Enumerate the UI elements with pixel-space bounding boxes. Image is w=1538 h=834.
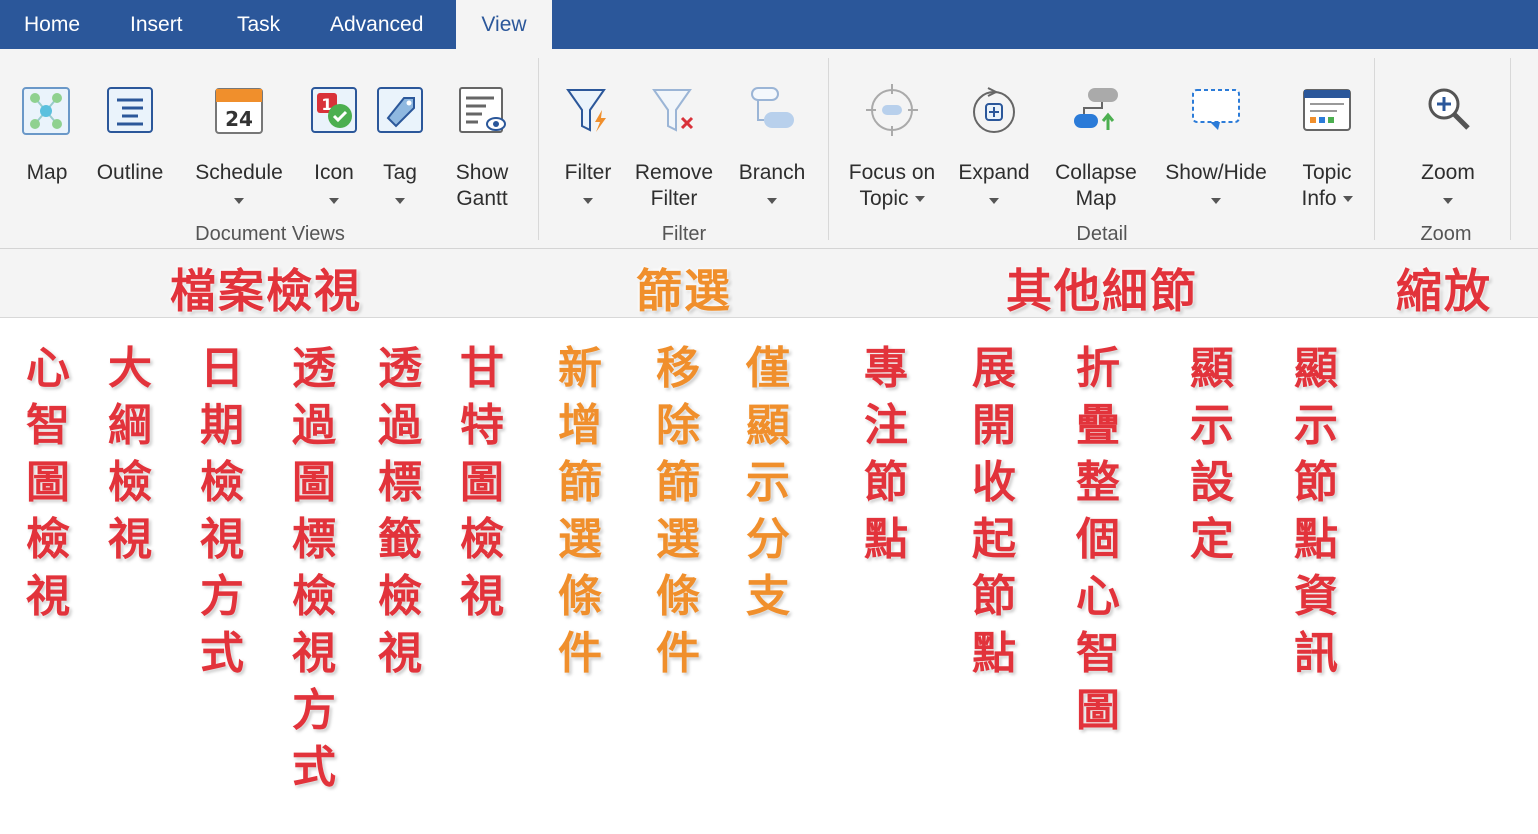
- outline-icon: [104, 84, 156, 136]
- collapse-map-icon: [1070, 84, 1122, 136]
- chevron-down-icon: [583, 198, 593, 204]
- tab-advanced[interactable]: Advanced: [330, 0, 423, 49]
- annotation-group-document-views: 檔案檢視: [170, 264, 362, 318]
- collapse-map-label: Collapse Map: [1055, 161, 1137, 210]
- show-gantt-button[interactable]: Show Gantt: [442, 56, 522, 216]
- gantt-icon: [456, 84, 508, 136]
- group-label-document-views: Document Views: [195, 223, 345, 245]
- topic-info-button[interactable]: Topic Info: [1290, 56, 1364, 216]
- show-hide-button[interactable]: Show/Hide: [1156, 56, 1276, 216]
- chevron-down-icon: [1211, 198, 1221, 204]
- topic-info-label: Topic Info: [1301, 161, 1353, 210]
- branch-button[interactable]: Branch: [732, 56, 812, 216]
- zoom-button[interactable]: Zoom: [1408, 56, 1488, 216]
- outline-label: Outline: [96, 161, 164, 184]
- map-label: Map: [26, 161, 68, 184]
- chevron-down-icon: [989, 198, 999, 204]
- collapse-map-button[interactable]: Collapse Map: [1048, 56, 1144, 216]
- annotation-topic-info: 顯示節點資訊: [1294, 343, 1338, 679]
- group-separator: [538, 58, 539, 240]
- group-label-zoom: Zoom: [1420, 223, 1472, 245]
- show-hide-label: Show/Hide: [1165, 161, 1267, 184]
- annotation-icon: 透過圖標檢視方式: [292, 343, 336, 793]
- tag-icon: [374, 84, 426, 136]
- icon-label: Icon: [314, 161, 354, 184]
- chevron-down-icon: [767, 198, 777, 204]
- annotation-map: 心智圖檢視: [26, 343, 70, 622]
- annotation-show-hide: 顯示設定: [1190, 343, 1234, 565]
- ribbon-tab-bar: Home Insert Task Advanced View: [0, 0, 1538, 52]
- tab-task[interactable]: Task: [237, 0, 280, 49]
- remove-filter-icon: [648, 84, 700, 136]
- tab-view[interactable]: View: [456, 0, 552, 52]
- group-separator: [1374, 58, 1375, 240]
- branch-icon: [746, 84, 798, 136]
- expand-label: Expand: [958, 161, 1030, 184]
- tag-label: Tag: [383, 161, 417, 184]
- annotation-outline: 大綱檢視: [108, 343, 152, 565]
- group-label-filter: Filter: [661, 223, 707, 245]
- topic-info-icon: [1301, 84, 1353, 136]
- chevron-down-icon: [1342, 196, 1353, 203]
- annotation-filter: 新增篩選條件: [558, 343, 602, 679]
- calendar-24-icon: 24: [213, 84, 265, 136]
- tag-button[interactable]: Tag: [374, 56, 426, 216]
- annotation-remove-filter: 移除篩選條件: [656, 343, 700, 679]
- annotation-group-zoom: 縮放: [1396, 264, 1492, 318]
- annotation-schedule: 日期檢視方式: [200, 343, 244, 679]
- annotation-collapse: 折疊整個心智圖: [1076, 343, 1120, 736]
- chevron-down-icon: [329, 198, 339, 204]
- annotation-expand: 展開收起節點: [972, 343, 1016, 679]
- annotation-gantt: 甘特圖檢視: [460, 343, 504, 622]
- map-button[interactable]: Map: [10, 56, 84, 216]
- tab-insert[interactable]: Insert: [130, 0, 183, 49]
- remove-filter-button[interactable]: Remove Filter: [630, 56, 718, 216]
- schedule-label: Schedule: [195, 161, 283, 184]
- annotation-group-detail: 其他細節: [1006, 264, 1198, 318]
- expand-icon: [968, 84, 1020, 136]
- outline-button[interactable]: Outline: [88, 56, 172, 216]
- annotation-group-filter: 篩選: [636, 264, 732, 318]
- group-separator: [828, 58, 829, 240]
- map-icon: [21, 84, 73, 136]
- chevron-down-icon: [914, 196, 925, 203]
- focus-on-topic-label: Focus on Topic: [848, 161, 936, 210]
- group-label-detail: Detail: [1076, 223, 1128, 245]
- group-separator: [1510, 58, 1511, 240]
- remove-filter-label: Remove Filter: [634, 161, 714, 210]
- filter-button[interactable]: Filter: [556, 56, 620, 216]
- branch-label: Branch: [738, 161, 806, 184]
- expand-button[interactable]: Expand: [952, 56, 1036, 216]
- icon-badge-icon: 1: [308, 84, 360, 136]
- zoom-icon: [1422, 84, 1474, 136]
- show-gantt-label: Show Gantt: [455, 161, 509, 210]
- chevron-down-icon: [1443, 198, 1453, 204]
- svg-text:24: 24: [225, 107, 253, 131]
- filter-label: Filter: [564, 161, 612, 184]
- schedule-button[interactable]: 24 Schedule: [186, 56, 292, 216]
- filter-icon: [562, 84, 614, 136]
- annotation-focus: 專注節點: [864, 343, 908, 565]
- zoom-label: Zoom: [1421, 161, 1475, 184]
- chevron-down-icon: [234, 198, 244, 204]
- chevron-down-icon: [395, 198, 405, 204]
- show-hide-icon: [1190, 84, 1242, 136]
- focus-target-icon: [866, 84, 918, 136]
- annotation-branch: 僅顯示分支: [746, 343, 790, 622]
- icon-button[interactable]: 1 Icon: [306, 56, 362, 216]
- annotation-tag: 透過標籤檢視: [378, 343, 422, 679]
- tab-home[interactable]: Home: [24, 0, 80, 49]
- focus-on-topic-button[interactable]: Focus on Topic: [842, 56, 942, 216]
